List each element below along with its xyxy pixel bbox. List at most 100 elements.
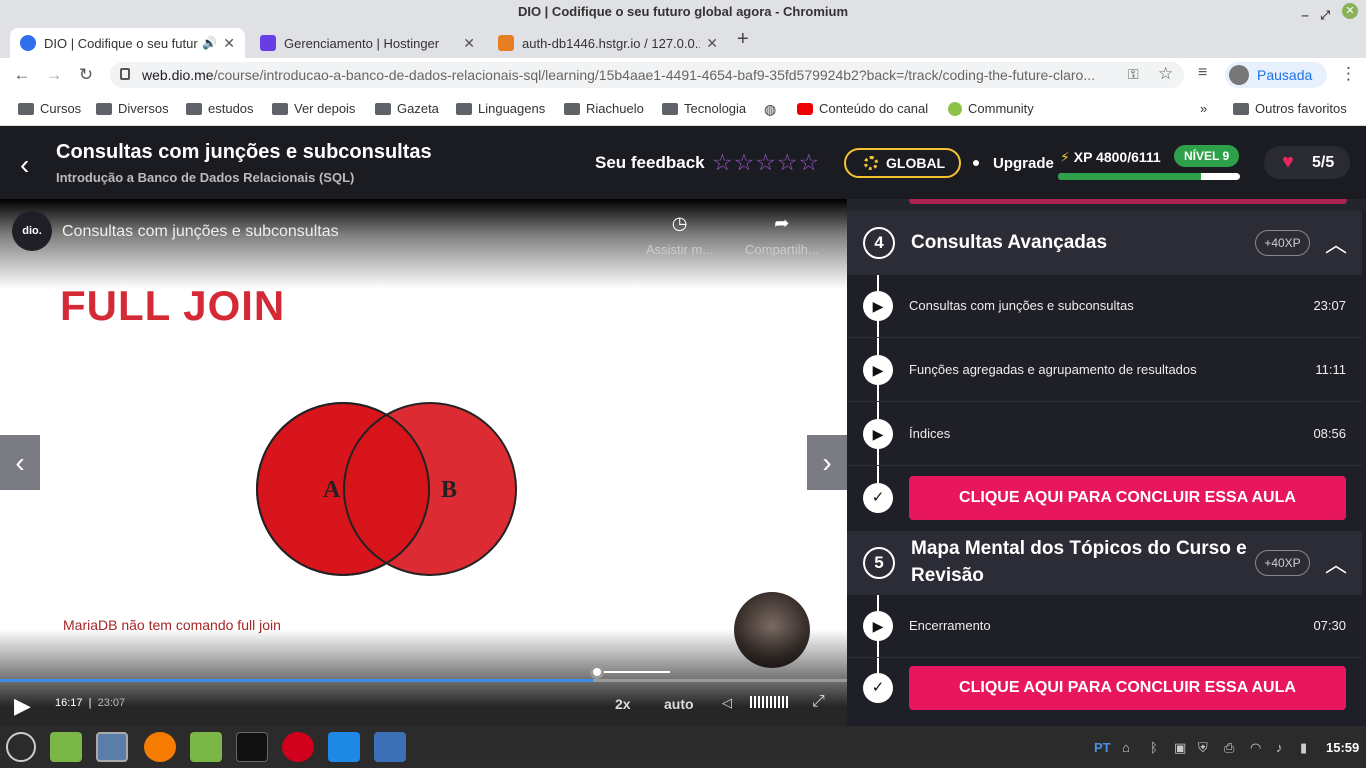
- other-bookmarks[interactable]: Outros favoritos: [1233, 101, 1347, 116]
- watch-later-button[interactable]: ◷ Assistir m...: [646, 213, 713, 257]
- close-tab-icon[interactable]: ✕: [706, 35, 718, 52]
- bookmark-folder[interactable]: Gazeta: [375, 101, 439, 116]
- address-bar[interactable]: web.dio.me/course/introducao-a-banco-de-…: [110, 62, 1184, 88]
- terminal-icon[interactable]: [236, 732, 268, 762]
- complete-lesson-button[interactable]: CLIQUE AQUI PARA CONCLUIR ESSA AULA: [909, 476, 1346, 520]
- bookmark-star-icon[interactable]: ☆: [1158, 64, 1173, 84]
- clipboard-icon[interactable]: ▣: [1174, 740, 1186, 756]
- back-icon[interactable]: ←: [6, 65, 38, 85]
- lesson-item[interactable]: ▶ Funções agregadas e agrupamento de res…: [847, 339, 1362, 402]
- bookmark-youtube[interactable]: Conteúdo do canal: [797, 101, 928, 116]
- scrubber-knob[interactable]: [590, 665, 604, 679]
- bookmark-folder[interactable]: Riachuelo: [564, 101, 644, 116]
- new-tab-icon[interactable]: +: [737, 28, 749, 51]
- upgrade-link[interactable]: Upgrade: [993, 155, 1054, 172]
- bookmark-community[interactable]: Community: [948, 101, 1034, 116]
- screenshot-icon[interactable]: [374, 732, 406, 762]
- mint-menu-icon[interactable]: [6, 732, 36, 762]
- sound-icon[interactable]: ♪: [1276, 740, 1283, 755]
- play-icon[interactable]: ▶: [14, 693, 31, 719]
- lesson-duration: 07:30: [1313, 618, 1346, 633]
- module-header[interactable]: 4 Consultas Avançadas +40XP ︿: [847, 211, 1362, 275]
- shield-icon[interactable]: ⛨: [1198, 740, 1208, 756]
- module-header[interactable]: 5 Mapa Mental dos Tópicos do Curso e Rev…: [847, 531, 1362, 595]
- lesson-item[interactable]: ▶ Índices 08:56: [847, 403, 1362, 466]
- lives-counter[interactable]: ♥ 5/5: [1264, 146, 1350, 179]
- volume-slider[interactable]: [750, 696, 790, 708]
- url-host: web.dio.me: [142, 67, 214, 83]
- vscode-icon[interactable]: [328, 732, 360, 762]
- wifi-icon[interactable]: ◠: [1250, 740, 1261, 756]
- network-icon[interactable]: ⌂: [1122, 740, 1130, 755]
- bookmark-folder[interactable]: estudos: [186, 101, 254, 116]
- volume-icon[interactable]: ◁: [722, 695, 732, 711]
- channel-logo[interactable]: dio.: [12, 211, 52, 251]
- video-title[interactable]: Consultas com junções e subconsultas: [62, 223, 339, 241]
- battery-icon[interactable]: ▮: [1300, 740, 1307, 756]
- folder-icon: [1233, 102, 1249, 115]
- lives-text: 5/5: [1312, 154, 1335, 171]
- global-badge[interactable]: GLOBAL: [844, 148, 961, 178]
- lesson-header: ‹ Consultas com junções e subconsultas I…: [0, 127, 1366, 199]
- video-progress-bar[interactable]: [0, 679, 847, 682]
- module-number: 4: [863, 227, 895, 259]
- next-lesson-arrow-icon[interactable]: ›: [807, 435, 847, 490]
- reload-icon[interactable]: ↻: [70, 65, 102, 85]
- play-icon: ▶: [863, 611, 893, 641]
- audio-icon[interactable]: 🔊: [202, 36, 217, 50]
- video-progress-fill: [0, 679, 593, 682]
- lesson-item[interactable]: ▶ Encerramento 07:30: [847, 595, 1362, 658]
- close-tab-icon[interactable]: ✕: [223, 35, 235, 52]
- forward-icon[interactable]: →: [38, 65, 70, 85]
- folder-icon: [186, 102, 202, 115]
- profile-button[interactable]: Pausada: [1225, 62, 1327, 88]
- play-icon: ▶: [863, 419, 893, 449]
- fullscreen-icon[interactable]: ⤢: [812, 693, 825, 711]
- profile-label: Pausada: [1257, 67, 1313, 83]
- clock[interactable]: 15:59: [1326, 740, 1359, 755]
- rating-stars[interactable]: ☆☆☆☆☆: [712, 149, 820, 176]
- share-button[interactable]: ➦ Compartilh...: [745, 213, 819, 257]
- back-arrow-icon[interactable]: ‹: [20, 149, 29, 181]
- close-tab-icon[interactable]: ✕: [463, 35, 475, 52]
- bluetooth-icon[interactable]: ᛒ: [1150, 740, 1158, 755]
- quality-button[interactable]: auto: [664, 696, 694, 712]
- chromium-icon[interactable]: [96, 732, 128, 762]
- speed-button[interactable]: 2x: [615, 696, 631, 712]
- tab-phpmyadmin[interactable]: auth-db1446.hstgr.io / 127.0.0.1 ✕: [488, 28, 728, 58]
- hover-scrubber[interactable]: [590, 665, 670, 679]
- chevron-up-icon[interactable]: ︿: [1325, 227, 1347, 259]
- close-window-icon[interactable]: ✕: [1342, 3, 1358, 19]
- keyboard-layout[interactable]: PT: [1094, 740, 1111, 755]
- bookmark-folder[interactable]: Ver depois: [272, 101, 355, 116]
- firefox-icon[interactable]: [144, 732, 176, 762]
- complete-lesson-button[interactable]: CLIQUE AQUI PARA CONCLUIR ESSA AULA: [909, 666, 1346, 710]
- bookmark-folder[interactable]: Diversos: [96, 101, 169, 116]
- menu-icon[interactable]: ⋮: [1340, 64, 1357, 84]
- opera-icon[interactable]: [282, 732, 314, 762]
- window-titlebar: DIO | Codifique o seu futuro global agor…: [0, 0, 1366, 24]
- bookmark-label: Ver depois: [294, 101, 356, 116]
- tab-title: auth-db1446.hstgr.io / 127.0.0.1: [522, 35, 701, 51]
- tab-dio[interactable]: DIO | Codifique o seu futuro global agor…: [10, 28, 245, 58]
- video-player[interactable]: dio. Consultas com junções e subconsulta…: [0, 199, 847, 726]
- files-icon[interactable]: [190, 732, 222, 762]
- tab-hostinger[interactable]: Gerenciamento | Hostinger ✕: [250, 28, 485, 58]
- bookmark-folder[interactable]: Tecnologia: [662, 101, 746, 116]
- lesson-duration: 08:56: [1313, 426, 1346, 441]
- bookmark-folder[interactable]: Cursos: [18, 101, 81, 116]
- files-icon[interactable]: [50, 732, 82, 762]
- chevron-up-icon[interactable]: ︿: [1325, 547, 1347, 579]
- share-icon: ➦: [774, 213, 790, 233]
- bookmark-globe[interactable]: ◍: [764, 101, 776, 118]
- bookmark-folder[interactable]: Linguagens: [456, 101, 545, 116]
- prev-lesson-arrow-icon[interactable]: ‹: [0, 435, 40, 490]
- lesson-item[interactable]: ▶ Consultas com junções e subconsultas 2…: [847, 275, 1362, 338]
- media-control-icon[interactable]: ≡: [1198, 64, 1207, 82]
- printer-icon[interactable]: ⎙: [1224, 740, 1234, 756]
- key-icon[interactable]: ⚿: [1128, 66, 1139, 83]
- bookmark-label: Conteúdo do canal: [819, 101, 929, 116]
- feedback-label: Seu feedback: [595, 153, 705, 172]
- more-bookmarks-icon[interactable]: »: [1200, 101, 1207, 116]
- lock-icon[interactable]: [120, 68, 130, 80]
